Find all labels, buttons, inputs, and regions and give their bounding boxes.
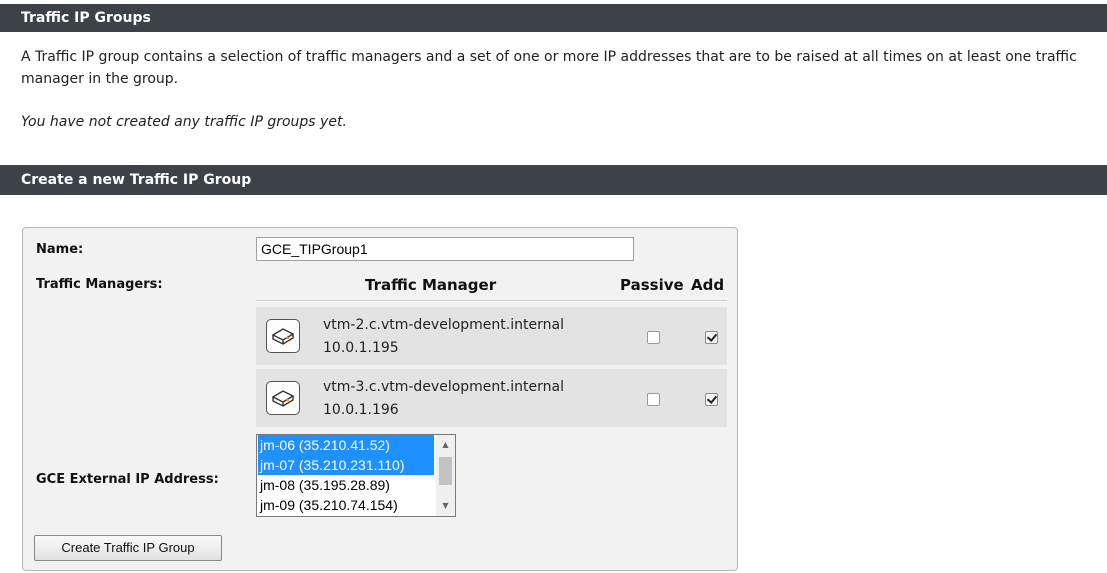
scroll-down-arrow-icon[interactable]: ▼ (436, 498, 455, 514)
gce-ip-label: GCE External IP Address: (36, 472, 219, 487)
col-traffic-manager: Traffic Manager (365, 276, 497, 294)
gce-ip-listbox[interactable]: jm-06 (35.210.41.52) jm-07 (35.210.231.1… (256, 434, 456, 517)
traffic-manager-hostname: vtm-3.c.vtm-development.internal (323, 379, 564, 395)
passive-checkbox[interactable] (647, 393, 660, 406)
listbox-scrollbar[interactable]: ▲ ▼ (436, 435, 455, 516)
traffic-ip-groups-header: Traffic IP Groups (0, 4, 1107, 32)
ip-option[interactable]: jm-06 (35.210.41.52) (258, 435, 434, 455)
col-add: Add (691, 276, 725, 294)
ip-option[interactable]: jm-08 (35.195.28.89) (258, 475, 434, 495)
name-input[interactable] (256, 237, 634, 261)
ip-option[interactable]: jm-09 (35.210.74.154) (258, 495, 434, 515)
traffic-manager-ip: 10.0.1.195 (323, 340, 399, 356)
server-icon (266, 319, 300, 353)
traffic-manager-table-header: Traffic Manager Passive Add (256, 276, 727, 301)
empty-groups-note: You have not created any traffic IP grou… (21, 114, 347, 130)
scroll-up-arrow-icon[interactable]: ▲ (436, 437, 455, 453)
ip-option[interactable]: jm-07 (35.210.231.110) (258, 455, 434, 475)
traffic-manager-ip: 10.0.1.196 (323, 402, 399, 418)
server-icon (266, 381, 300, 415)
create-group-form: Name: Traffic Managers: Traffic Manager … (22, 227, 738, 571)
add-checkbox[interactable] (705, 393, 718, 406)
scrollbar-thumb[interactable] (439, 457, 452, 485)
traffic-manager-row: vtm-3.c.vtm-development.internal 10.0.1.… (256, 369, 727, 427)
col-passive: Passive (620, 276, 684, 294)
traffic-manager-hostname: vtm-2.c.vtm-development.internal (323, 317, 564, 333)
create-traffic-ip-group-button[interactable]: Create Traffic IP Group (34, 535, 222, 561)
traffic-managers-label: Traffic Managers: (36, 277, 163, 292)
create-group-header: Create a new Traffic IP Group (0, 165, 1107, 195)
name-label: Name: (36, 242, 84, 257)
traffic-manager-row: vtm-2.c.vtm-development.internal 10.0.1.… (256, 307, 727, 365)
add-checkbox[interactable] (705, 331, 718, 344)
section-description: A Traffic IP group contains a selection … (21, 49, 1077, 87)
passive-checkbox[interactable] (647, 331, 660, 344)
